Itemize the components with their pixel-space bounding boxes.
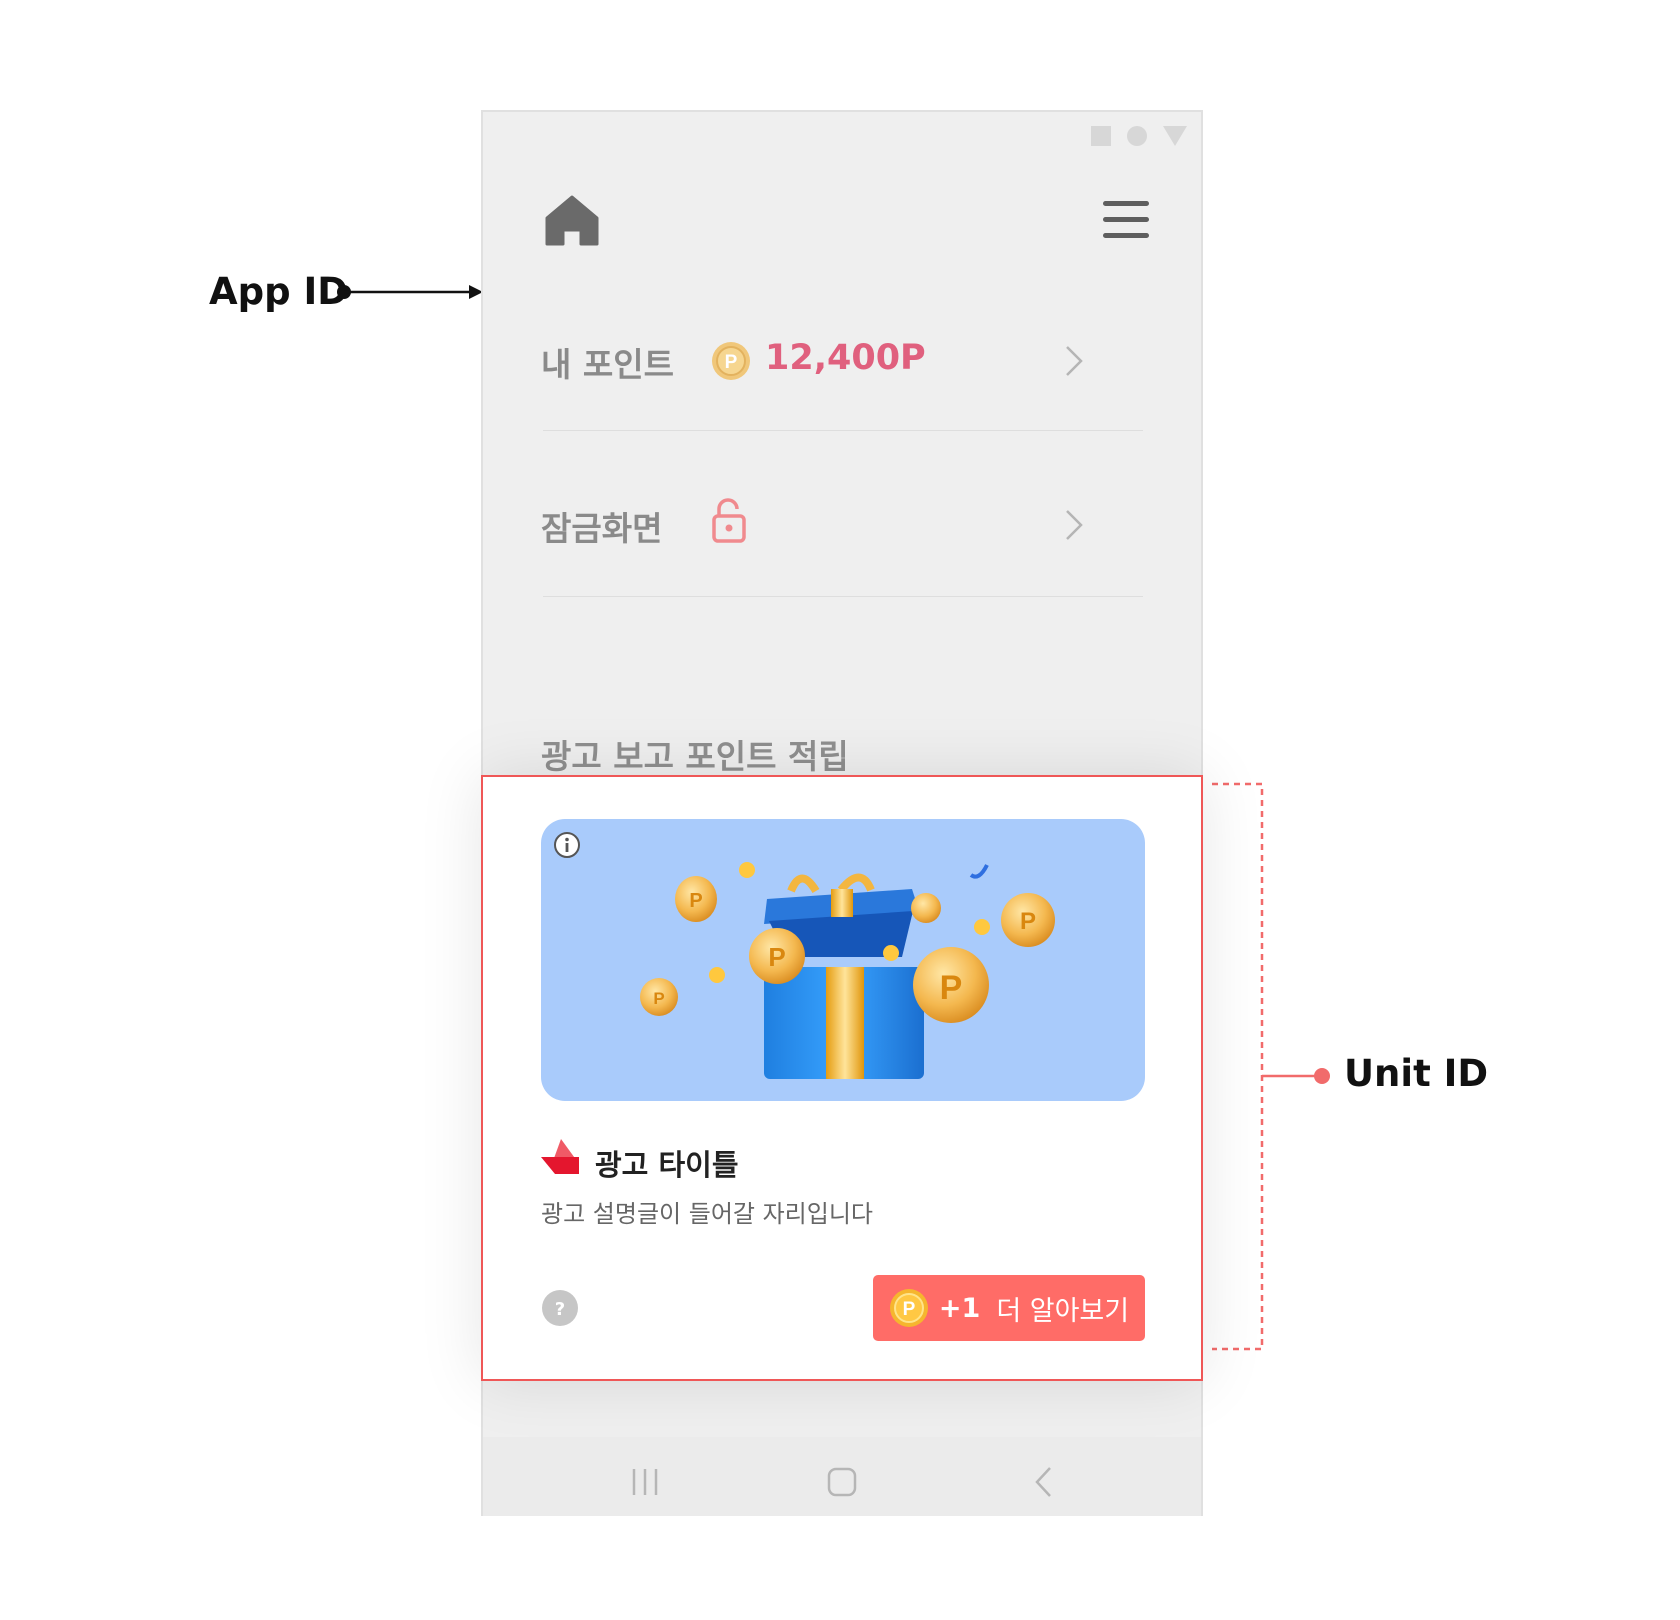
svg-text:P: P xyxy=(653,989,664,1008)
coin-icon: P xyxy=(889,1289,928,1327)
gift-box-illustration: P P P P P xyxy=(640,862,1055,1079)
lockscreen-row[interactable]: 잠금화면 xyxy=(541,490,1143,560)
ad-title[interactable]: 광고 타이틀 xyxy=(595,1142,739,1184)
unit-id-bracket xyxy=(1212,782,1330,1351)
chevron-right-icon xyxy=(1066,346,1083,376)
points-label: 내 포인트 xyxy=(541,345,674,384)
status-square-icon xyxy=(1091,126,1111,146)
row-divider xyxy=(543,596,1143,597)
points-row[interactable]: 내 포인트 P 12,400P xyxy=(541,324,1143,394)
chevron-right-icon xyxy=(1066,510,1083,540)
points-value: 12,400P xyxy=(765,338,926,378)
recent-apps-icon[interactable] xyxy=(631,1467,659,1497)
cta-bonus: +1 xyxy=(938,1292,981,1324)
hamburger-menu-icon[interactable] xyxy=(1103,200,1149,240)
advertiser-logo-icon xyxy=(541,1139,579,1174)
svg-text:P: P xyxy=(940,969,963,1007)
unit-id-annotation: Unit ID xyxy=(1344,1052,1489,1095)
system-nav-bar xyxy=(483,1437,1201,1516)
app-id-arrow xyxy=(337,285,483,299)
status-triangle-icon xyxy=(1163,126,1187,146)
status-circle-icon xyxy=(1127,126,1147,146)
svg-text:P: P xyxy=(1020,908,1036,935)
home-icon[interactable] xyxy=(545,194,599,248)
ad-image[interactable]: P P P P P xyxy=(541,819,1145,1101)
app-id-annotation: App ID xyxy=(209,270,348,313)
svg-text:P: P xyxy=(903,1299,916,1320)
section-title: 광고 보고 포인트 적립 xyxy=(541,737,849,776)
ad-description: 광고 설명글이 들어갈 자리입니다 xyxy=(541,1200,874,1228)
learn-more-button[interactable]: P +1 더 알아보기 xyxy=(873,1275,1145,1341)
back-icon[interactable] xyxy=(1033,1465,1053,1499)
unlock-icon xyxy=(712,498,746,543)
cta-label: 더 알아보기 xyxy=(996,1295,1130,1327)
home-nav-icon[interactable] xyxy=(827,1467,857,1497)
coin-icon: P xyxy=(712,342,750,380)
help-icon-glyph: ? xyxy=(555,1299,565,1320)
svg-text:P: P xyxy=(689,890,702,912)
row-divider xyxy=(543,430,1143,431)
lockscreen-label: 잠금화면 xyxy=(541,509,663,548)
status-bar xyxy=(1091,126,1187,146)
ad-unit[interactable]: P P P P P 광고 타이틀 광고 설명글이 들어갈 자리입니다 ? P +… xyxy=(481,775,1203,1381)
svg-text:P: P xyxy=(768,942,785,972)
svg-text:P: P xyxy=(725,352,738,373)
help-icon[interactable]: ? xyxy=(541,1289,579,1327)
